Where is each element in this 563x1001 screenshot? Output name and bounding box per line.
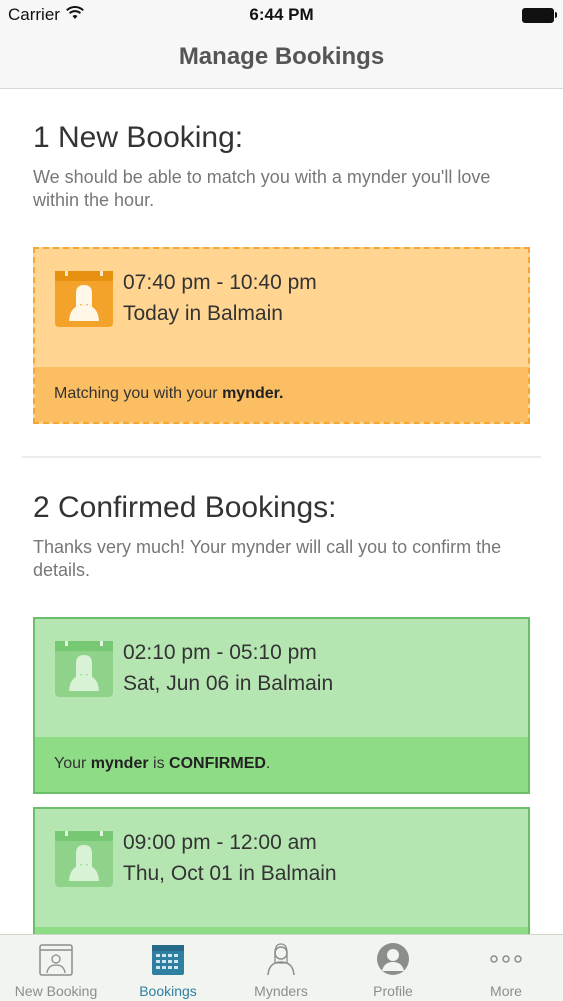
- confirmed-booking-card[interactable]: 09:00 pm - 12:00 am Thu, Oct 01 in Balma…: [33, 807, 530, 934]
- bookings-scroll-view[interactable]: 1 New Booking: We should be able to matc…: [0, 89, 563, 934]
- confirmed-booking-card[interactable]: 02:10 pm - 05:10 pm Sat, Jun 06 in Balma…: [33, 617, 530, 794]
- booking-status-bar: Matching you with your mynder.: [35, 367, 528, 422]
- tab-label: Mynders: [254, 983, 308, 999]
- booking-status-text: Your mynder is CONFIRMED.: [54, 755, 271, 772]
- profile-icon: [377, 943, 409, 975]
- pending-calendar-icon: [55, 268, 113, 327]
- tab-bar: New Booking Bookings Mynders Profile Mor…: [0, 934, 563, 1001]
- confirmed-calendar-icon: [55, 828, 113, 887]
- calendar-icon: [152, 945, 184, 975]
- new-booking-heading: 1 New Booking:: [33, 121, 244, 154]
- booking-status-text: Matching you with your mynder.: [54, 385, 284, 402]
- pending-booking-card[interactable]: 07:40 pm - 10:40 pm Today in Balmain Mat…: [33, 247, 530, 424]
- page-title: Manage Bookings: [178, 43, 385, 70]
- tab-label: Profile: [373, 983, 413, 999]
- booking-status-bar: [35, 927, 528, 934]
- clock: 6:44 PM: [249, 5, 314, 24]
- mynder-icon: [267, 943, 295, 976]
- tab-label: New Booking: [14, 983, 98, 999]
- tab-bookings[interactable]: Bookings: [112, 935, 224, 1001]
- booking-place: Thu, Oct 01 in Balmain: [123, 862, 337, 885]
- more-icon: [490, 955, 522, 963]
- tab-label: More: [490, 983, 522, 999]
- booking-status-bar: Your mynder is CONFIRMED.: [35, 737, 528, 792]
- tab-new-booking[interactable]: New Booking: [0, 935, 112, 1001]
- section-divider: [22, 456, 541, 458]
- booking-time: 02:10 pm - 05:10 pm: [123, 641, 317, 664]
- confirmed-calendar-icon: [55, 638, 113, 697]
- tab-profile[interactable]: Profile: [337, 935, 449, 1001]
- navigation-bar: Manage Bookings: [0, 30, 563, 89]
- tab-label: Bookings: [139, 983, 197, 999]
- tab-more[interactable]: More: [450, 935, 562, 1001]
- confirmed-bookings-heading: 2 Confirmed Bookings:: [33, 491, 337, 524]
- booking-time: 07:40 pm - 10:40 pm: [123, 271, 317, 294]
- new-booking-icon: [39, 944, 73, 976]
- tab-mynders[interactable]: Mynders: [225, 935, 337, 1001]
- battery-icon: [522, 8, 557, 23]
- new-booking-description: We should be able to match you with a my…: [33, 167, 491, 210]
- booking-place: Today in Balmain: [123, 302, 283, 325]
- status-bar: Carrier 6:44 PM: [0, 0, 563, 30]
- booking-time: 09:00 pm - 12:00 am: [123, 831, 317, 854]
- booking-place: Sat, Jun 06 in Balmain: [123, 672, 334, 695]
- confirmed-bookings-description: Thanks very much! Your mynder will call …: [33, 537, 502, 580]
